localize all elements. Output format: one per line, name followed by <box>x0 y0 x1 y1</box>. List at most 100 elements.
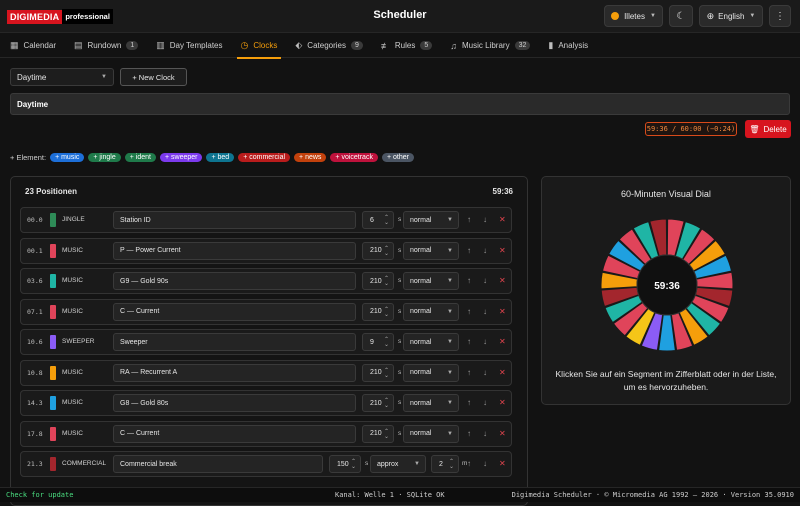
position-title-field[interactable]: C — Current <box>113 302 356 321</box>
add-element-chip[interactable]: + other <box>381 153 414 162</box>
stepper-arrows-icon: ⌃ ⌄ <box>383 276 389 287</box>
check-update-link[interactable]: Check for update <box>6 491 73 499</box>
duration-stepper[interactable]: 6 ⌃ ⌄ <box>362 211 394 229</box>
clock-position-row[interactable]: 10.8 MUSIC RA — Recurrent A 210 ⌃ ⌄ s normal ▼ ↑ ↓… <box>20 359 512 386</box>
move-down-icon[interactable]: ↓ <box>483 246 487 255</box>
tab-day-templates[interactable]: ▥ Day Templates <box>156 34 222 58</box>
duration-stepper[interactable]: 9 ⌃ ⌄ <box>362 333 394 351</box>
position-title-field[interactable]: C — Current <box>113 424 356 443</box>
duration-stepper[interactable]: 210 ⌃ ⌄ <box>362 424 394 443</box>
duration-stepper[interactable]: 210 ⌃ ⌄ <box>362 302 394 321</box>
move-up-icon[interactable]: ↑ <box>467 398 471 407</box>
move-up-icon[interactable]: ↑ <box>467 337 471 346</box>
position-title-field[interactable]: Sweeper <box>113 333 356 351</box>
move-down-icon[interactable]: ↓ <box>483 459 487 468</box>
add-element-chip[interactable]: + bed <box>206 153 235 162</box>
position-title-field[interactable]: P — Power Current <box>113 241 356 260</box>
timing-mode-select[interactable]: normal ▼ <box>403 333 459 351</box>
timing-mode-select[interactable]: approx ▼ <box>370 455 426 473</box>
tab-rundown[interactable]: ▤ Rundown 1 <box>74 34 139 58</box>
music-note-icon: ♫ <box>450 40 457 51</box>
duration-stepper[interactable]: 210 ⌃ ⌄ <box>362 272 394 290</box>
remove-icon[interactable]: ✕ <box>499 368 506 377</box>
move-down-icon[interactable]: ↓ <box>483 276 487 285</box>
duration-stepper[interactable]: 210 ⌃ ⌄ <box>362 363 394 382</box>
clock-dial[interactable]: 59:36 <box>592 205 742 365</box>
add-element-chip[interactable]: + sweeper <box>159 153 203 162</box>
tab-clocks[interactable]: ◷ Clocks <box>236 34 282 59</box>
clock-position-row[interactable]: 17.8 MUSIC C — Current 210 ⌃ ⌄ s normal ▼ ↑ ↓ ✕ <box>20 420 512 447</box>
new-clock-button[interactable]: + New Clock <box>120 68 187 86</box>
duration-unit: s <box>398 246 402 254</box>
timing-mode-select[interactable]: normal ▼ <box>403 302 459 321</box>
tab-music-library[interactable]: ♫ Music Library 32 <box>450 34 531 58</box>
calendar-icon: ▦ <box>10 40 19 50</box>
move-down-icon[interactable]: ↓ <box>483 215 487 224</box>
remove-icon[interactable]: ✕ <box>499 398 506 407</box>
more-menu-button[interactable]: ⋮ <box>769 5 791 27</box>
timing-mode-select[interactable]: normal ▼ <box>403 272 459 290</box>
move-up-icon[interactable]: ↑ <box>467 368 471 377</box>
move-up-icon[interactable]: ↑ <box>467 429 471 438</box>
tab-categories[interactable]: ⬖ Categories 9 <box>295 34 363 58</box>
clock-position-row[interactable]: 07.1 MUSIC C — Current 210 ⌃ ⌄ s normal ▼ ↑ ↓ ✕ <box>20 298 512 325</box>
tolerance-stepper[interactable]: 2 ⌃ ⌄ <box>431 455 459 473</box>
timing-mode-select[interactable]: normal ▼ <box>403 424 459 443</box>
move-up-icon[interactable]: ↑ <box>467 276 471 285</box>
position-title-field[interactable]: G8 — Gold 80s <box>113 394 356 412</box>
stepper-arrows-icon: ⌃ ⌄ <box>383 215 389 226</box>
move-up-icon[interactable]: ↑ <box>467 215 471 224</box>
clock-position-row[interactable]: 10.6 SWEEPER Sweeper 9 ⌃ ⌄ s normal ▼ ↑ ↓ ✕ <box>20 329 512 355</box>
move-down-icon[interactable]: ↓ <box>483 368 487 377</box>
delete-clock-button[interactable]: 🗑 Delete <box>745 120 791 138</box>
move-down-icon[interactable]: ↓ <box>483 398 487 407</box>
remove-icon[interactable]: ✕ <box>499 459 506 468</box>
duration-stepper[interactable]: 150 ⌃ ⌄ <box>329 455 361 473</box>
clock-position-row[interactable]: 00.1 MUSIC P — Power Current 210 ⌃ ⌄ s normal ▼ ↑… <box>20 237 512 264</box>
tab-calendar[interactable]: ▦ Calendar <box>10 34 56 58</box>
remove-icon[interactable]: ✕ <box>499 246 506 255</box>
tab-analysis[interactable]: ▮ Analysis <box>548 34 588 58</box>
clock-position-row[interactable]: 14.3 MUSIC G8 — Gold 80s 210 ⌃ ⌄ s normal ▼ ↑ ↓ ✕ <box>20 390 512 416</box>
timing-mode-select[interactable]: normal ▼ <box>403 211 459 229</box>
remove-icon[interactable]: ✕ <box>499 307 506 316</box>
add-element-chip[interactable]: + ident <box>124 153 156 162</box>
timing-mode-select[interactable]: normal ▼ <box>403 241 459 260</box>
remove-icon[interactable]: ✕ <box>499 276 506 285</box>
position-title-field[interactable]: G9 — Gold 90s <box>113 272 356 290</box>
tab-rules[interactable]: ≢ Rules 5 <box>381 34 433 58</box>
station-selector[interactable]: Illetes ▼ <box>604 5 663 27</box>
remove-icon[interactable]: ✕ <box>499 429 506 438</box>
stepper-arrows-icon: ⌃ ⌄ <box>383 245 389 257</box>
timing-mode-select[interactable]: normal ▼ <box>403 363 459 382</box>
remove-icon[interactable]: ✕ <box>499 215 506 224</box>
clock-position-row[interactable]: 21.3 COMMERCIAL Commercial break 150 ⌃ ⌄ s appr… <box>20 451 512 477</box>
move-up-icon[interactable]: ↑ <box>467 307 471 316</box>
language-selector[interactable]: ⊕ English ▼ <box>699 5 763 27</box>
theme-toggle-button[interactable]: ☾ <box>669 5 693 27</box>
move-down-icon[interactable]: ↓ <box>483 307 487 316</box>
move-up-icon[interactable]: ↑ <box>467 246 471 255</box>
duration-stepper[interactable]: 210 ⌃ ⌄ <box>362 394 394 412</box>
move-up-icon[interactable]: ↑ <box>467 459 471 468</box>
clock-select[interactable]: Daytime ▼ <box>10 68 114 86</box>
duration-value: 6 <box>370 216 374 224</box>
position-title-field[interactable]: Commercial break <box>113 455 323 473</box>
tab-label: Calendar <box>23 41 56 50</box>
duration-stepper[interactable]: 210 ⌃ ⌄ <box>362 241 394 260</box>
add-element-chip[interactable]: + commercial <box>238 153 291 162</box>
move-down-icon[interactable]: ↓ <box>483 337 487 346</box>
add-element-chip[interactable]: + jingle <box>88 153 121 162</box>
remove-icon[interactable]: ✕ <box>499 337 506 346</box>
clock-name-field[interactable]: Daytime <box>10 93 790 115</box>
move-down-icon[interactable]: ↓ <box>483 429 487 438</box>
add-element-chip[interactable]: + news <box>294 153 327 162</box>
duration-readout: 59:36 / 60:00 (−0:24) <box>645 122 737 136</box>
clock-position-row[interactable]: 00.0 JINGLE Station ID 6 ⌃ ⌄ s normal ▼ ↑ ↓ ✕ <box>20 207 512 233</box>
add-element-chip[interactable]: + voicetrack <box>330 153 378 162</box>
add-element-chip[interactable]: + music <box>50 153 85 162</box>
clock-position-row[interactable]: 03.6 MUSIC G9 — Gold 90s 210 ⌃ ⌄ s normal ▼ ↑ ↓ ✕ <box>20 268 512 294</box>
timing-mode-select[interactable]: normal ▼ <box>403 394 459 412</box>
position-title-field[interactable]: Station ID <box>113 211 356 229</box>
position-title-field[interactable]: RA — Recurrent A <box>113 363 356 382</box>
